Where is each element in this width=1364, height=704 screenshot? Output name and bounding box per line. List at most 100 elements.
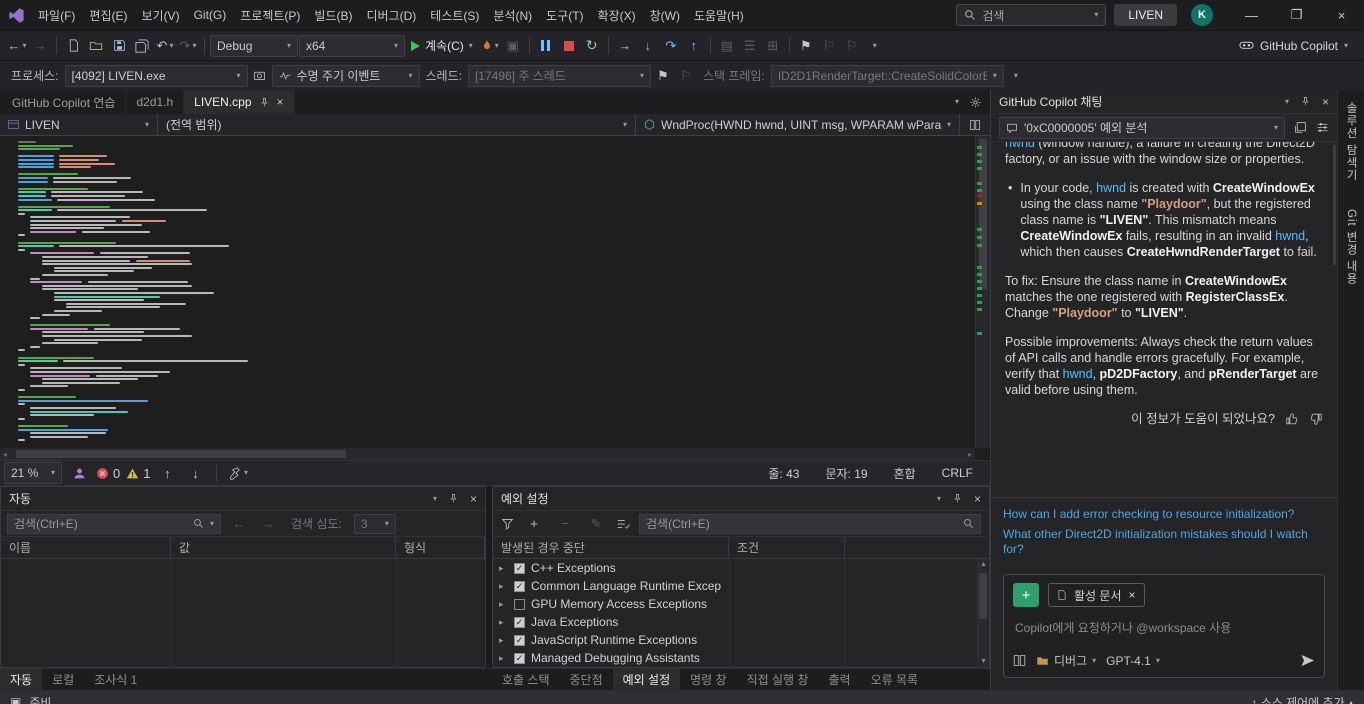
new-file-icon[interactable] [62,34,84,58]
send-button[interactable] [1300,653,1315,668]
step-into-button[interactable]: ↓ [637,34,659,58]
apply-code-changes-icon[interactable]: ▣ [502,34,524,58]
flag-thread-icon[interactable]: ⚑ [652,64,674,88]
chat-scrollbar[interactable] [1333,145,1336,265]
document-options-icon[interactable] [969,96,982,109]
document-tab[interactable]: LIVEN.cpp× [184,90,294,114]
exception-row[interactable]: ▸✓C++ Exceptions [493,559,989,577]
window-menu-icon[interactable]: ▾ [433,495,437,503]
code-cleanup-button[interactable]: ▾ [227,461,249,485]
solution-platform-dropdown[interactable]: x64▾ [299,35,405,57]
exception-row[interactable]: ▸✓Managed Debugging Assistants [493,649,989,667]
watch-window-tab[interactable]: 조사식 1 [84,669,147,690]
expander-icon[interactable]: ▸ [499,653,508,664]
collapsed-tool-window-tab[interactable]: Git 변경 내용 [1343,209,1359,285]
split-window-icon[interactable] [960,114,990,135]
chat-transcript[interactable]: hwnd (window handle), a failure in creat… [991,142,1337,497]
undo-button[interactable]: ↶▾ [154,34,176,58]
encoding-indicator[interactable]: 혼합 [881,465,929,482]
exception-checkbox[interactable]: ✓ [514,581,525,592]
exception-checkbox[interactable]: ✓ [514,635,525,646]
document-tab[interactable]: d2d1.h [126,90,184,114]
step-over-button[interactable]: ↷ [660,34,682,58]
filter-icon[interactable] [501,517,514,530]
menu-item[interactable]: 도구(T) [539,0,590,30]
previous-bookmark-icon[interactable]: ⚐ [818,34,840,58]
account-avatar[interactable]: K [1191,4,1213,26]
collapsed-tool-window-tab[interactable]: 솔루션 탐색기 [1343,102,1359,181]
column-header[interactable]: 조건 [729,537,845,558]
menu-item[interactable]: Git(G) [187,0,234,30]
menu-item[interactable]: 빌드(B) [307,0,359,30]
error-badge[interactable]: 0 [96,461,120,485]
next-bookmark-icon[interactable]: ⚐ [841,34,863,58]
add-context-button[interactable]: + [1013,583,1039,607]
search-depth-dropdown[interactable]: 3▾ [354,514,396,534]
menu-item[interactable]: 테스트(S) [423,0,486,30]
autos-search-input[interactable]: 검색(Ctrl+E) ▾ [7,514,221,534]
line-indicator[interactable]: 줄: 43 [755,465,812,482]
close-button[interactable]: × [1319,0,1364,30]
watch-window-tab[interactable]: 로컬 [42,669,84,690]
feedback-icon[interactable] [68,461,90,485]
parallel-stacks-icon[interactable]: ⊞ [762,34,784,58]
chat-session-dropdown[interactable]: '0xC0000005' 예외 분석▾ [999,117,1285,139]
chat-options-icon[interactable] [1316,121,1329,134]
previous-issue-button[interactable]: ↑ [156,461,178,485]
continue-button[interactable]: 계속(C)▾ [406,34,478,58]
bookmark-icon[interactable]: ⚑ [795,34,817,58]
debug-window-tab[interactable]: 출력 [818,669,860,690]
warning-badge[interactable]: 1 [126,461,150,485]
exception-row[interactable]: ▸✓Java Exceptions [493,613,989,631]
autos-list[interactable] [1,559,485,667]
menu-item[interactable]: 프로젝트(P) [233,0,307,30]
new-chat-icon[interactable] [1294,121,1307,134]
column-header[interactable]: 발생된 경우 중단 [493,537,729,558]
followup-question-link[interactable]: What other Direct2D initialization mista… [1003,527,1325,557]
exception-search-input[interactable]: 검색(Ctrl+E) [639,514,981,534]
window-menu-icon[interactable]: ▾ [937,495,941,503]
menu-item[interactable]: 확장(X) [591,0,643,30]
exception-checkbox[interactable]: ✓ [514,563,525,574]
stack-frame-dropdown[interactable]: ID2D1RenderTarget::CreateSolidColorBru▾ [771,65,1004,87]
save-icon[interactable] [108,34,130,58]
active-document-chip[interactable]: 활성 문서 × [1048,583,1145,607]
debug-window-tab[interactable]: 중단점 [560,669,613,690]
editor-horizontal-scrollbar[interactable]: ◂ ▸ [0,448,975,460]
project-dropdown[interactable]: LIVEN▾ [0,114,158,135]
zoom-dropdown[interactable]: 21 %▾ [4,462,62,484]
menu-item[interactable]: 보기(V) [134,0,186,30]
expander-icon[interactable]: ▸ [499,563,508,574]
menu-item[interactable]: 도움말(H) [687,0,751,30]
show-next-statement-button[interactable]: → [614,34,636,58]
expander-icon[interactable]: ▸ [499,599,508,610]
pin-icon[interactable] [259,97,270,108]
edit-condition-icon[interactable]: ✎ [585,512,607,536]
debug-window-tab[interactable]: 호출 스택 [492,669,560,690]
expander-icon[interactable]: ▸ [499,635,508,646]
exception-row[interactable]: ▸GPU Memory Access Exceptions [493,595,989,613]
debug-window-tab[interactable]: 예외 설정 [613,669,681,690]
snapshot-icon[interactable] [249,64,271,88]
debug-window-tab[interactable]: 명령 창 [680,669,736,690]
watch-window-tab[interactable]: 자동 [0,669,42,690]
redo-button[interactable]: ↷▾ [177,34,199,58]
pin-icon[interactable] [952,493,963,504]
thread-dropdown[interactable]: [17496] 주 스레드▾ [468,65,651,87]
flag-outline-icon[interactable]: ⚐ [675,64,697,88]
close-tab-icon[interactable]: × [277,95,284,109]
close-icon[interactable]: × [1322,95,1329,109]
exception-checkbox[interactable] [514,599,525,610]
break-all-button[interactable] [535,34,557,58]
close-icon[interactable]: × [470,492,477,506]
exception-row[interactable]: ▸✓JavaScript Runtime Exceptions [493,631,989,649]
editor-vertical-scrollbar[interactable] [975,136,990,448]
toolbar-options-icon[interactable]: ▾ [1005,64,1027,88]
expander-icon[interactable]: ▸ [499,581,508,592]
check-list-icon[interactable] [616,517,630,531]
document-tab[interactable]: GitHub Copilot 연습 [2,90,126,114]
add-exception-button[interactable]: + [523,512,545,536]
followup-question-link[interactable]: How can I add error checking to resource… [1003,507,1325,522]
column-header[interactable]: 형식 [396,537,485,558]
close-icon[interactable]: × [974,492,981,506]
